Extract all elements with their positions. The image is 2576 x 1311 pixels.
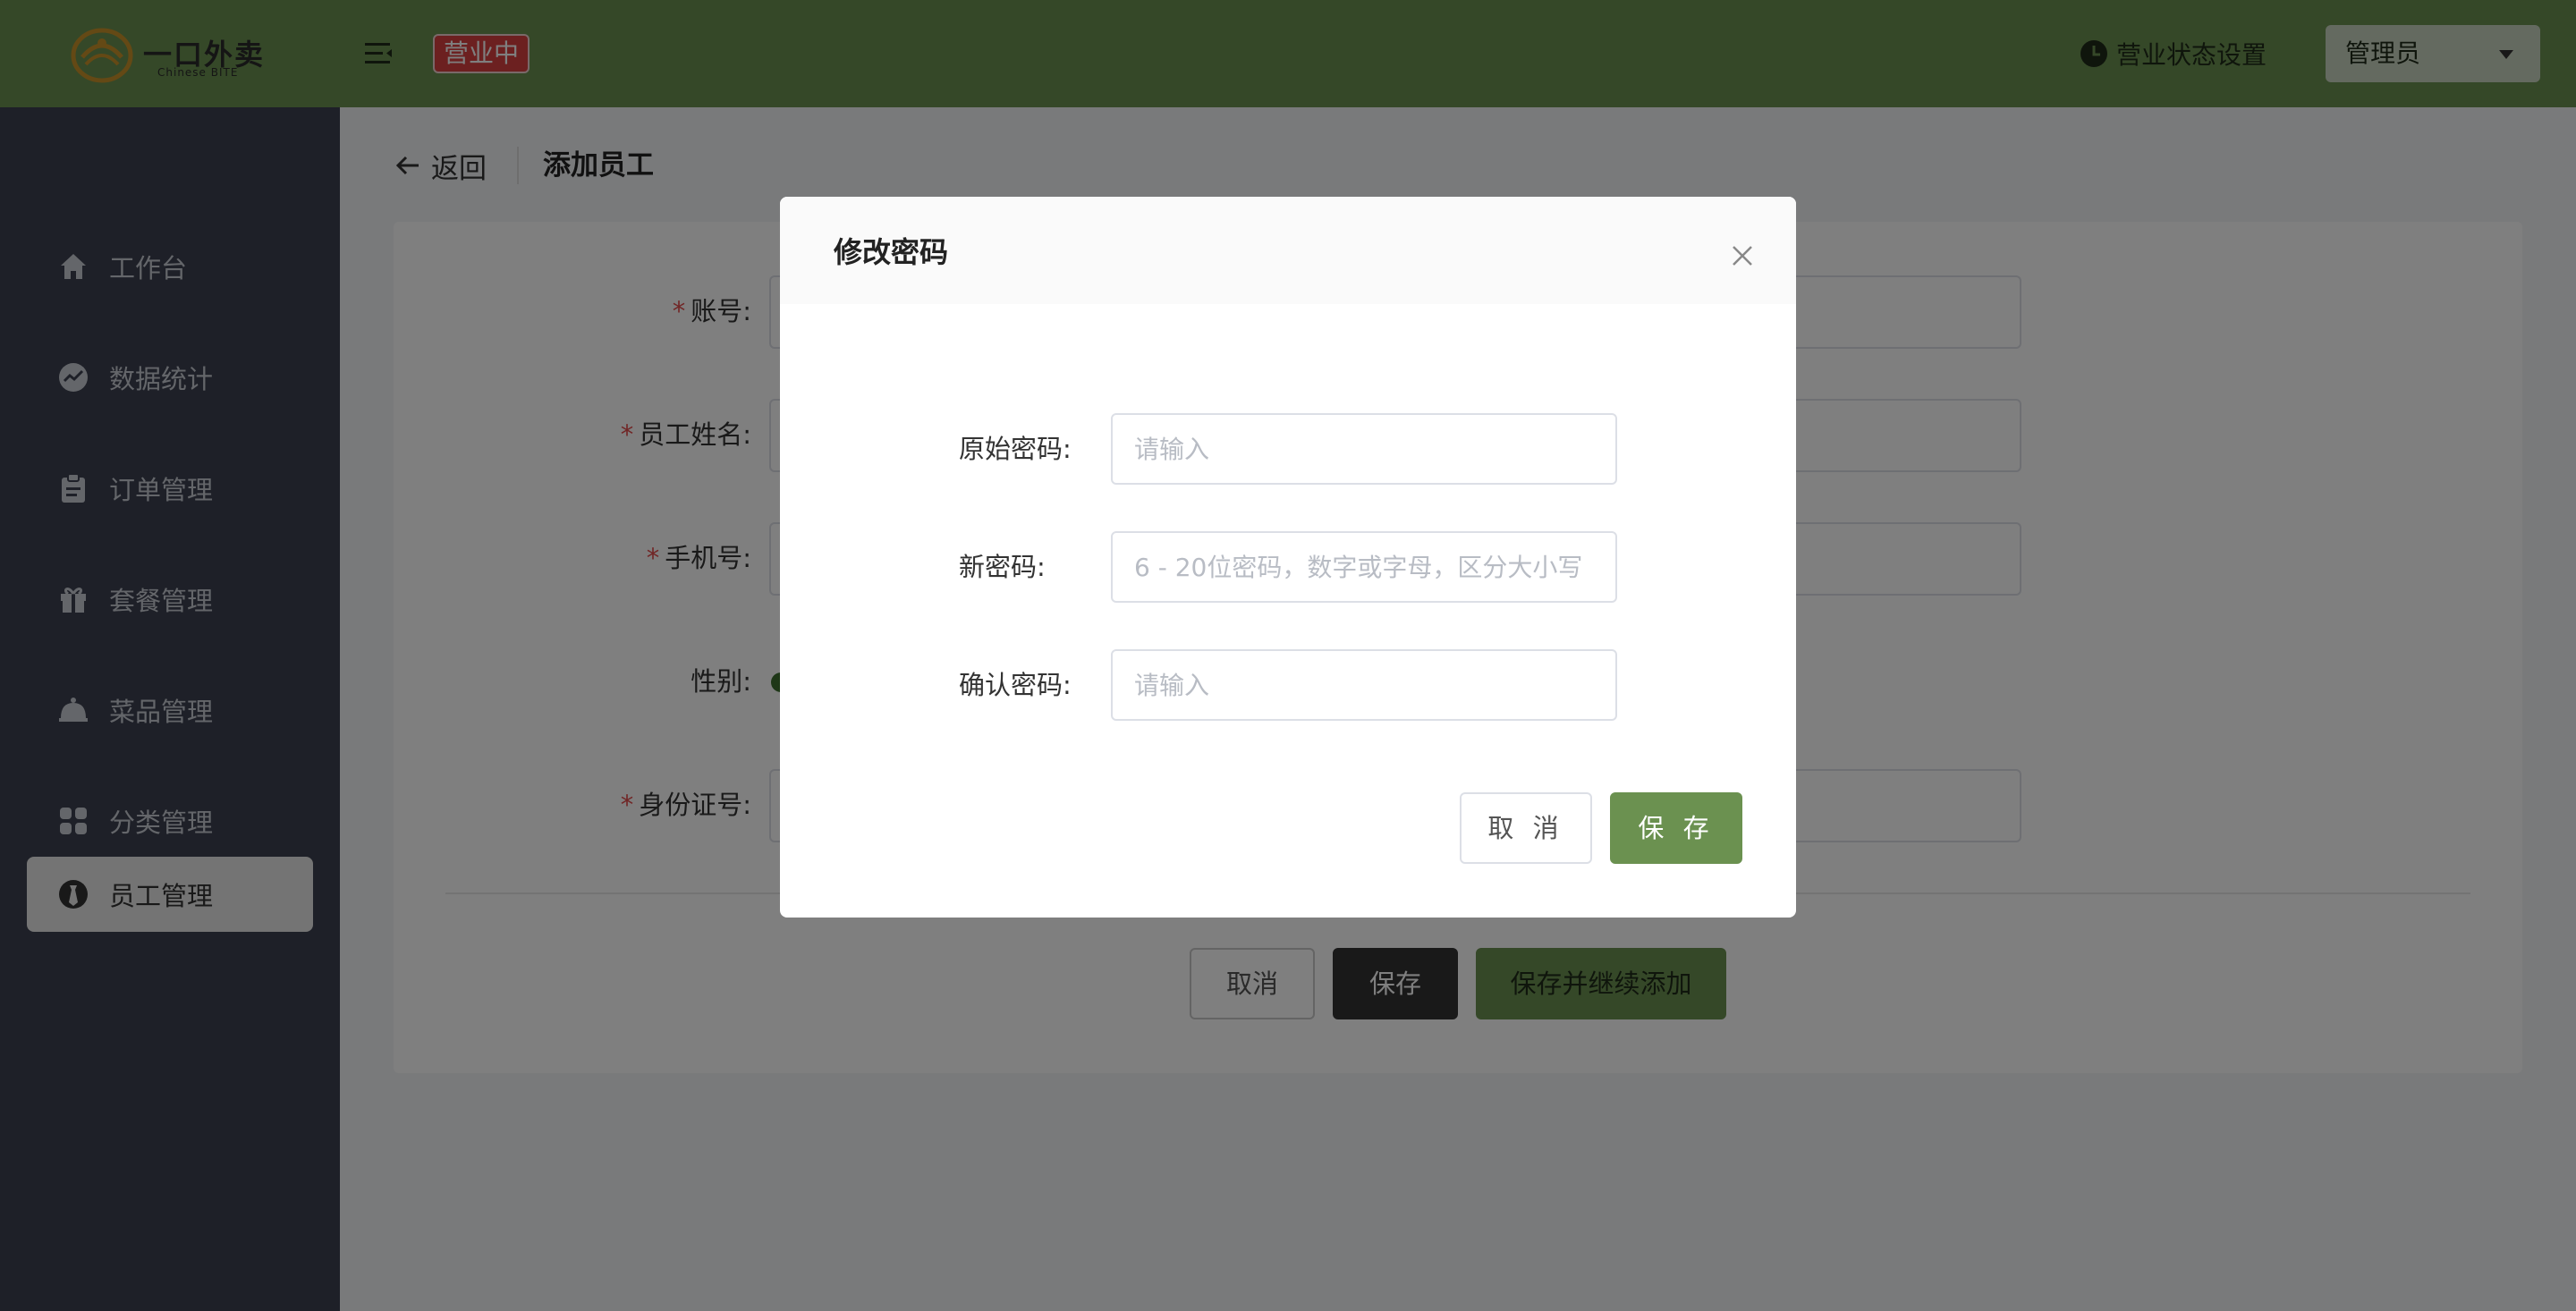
close-icon[interactable] [1724, 238, 1760, 274]
dialog-save-button[interactable]: 保 存 [1610, 792, 1742, 864]
new-password-input[interactable] [1111, 531, 1617, 603]
dialog-title: 修改密码 [834, 235, 949, 269]
old-password-input[interactable] [1111, 413, 1617, 485]
change-password-dialog: 修改密码 原始密码: 新密码: 确认密码: 取 消 保 存 [780, 197, 1796, 918]
dialog-cancel-button[interactable]: 取 消 [1460, 792, 1592, 864]
confirm-password-input[interactable] [1111, 649, 1617, 721]
